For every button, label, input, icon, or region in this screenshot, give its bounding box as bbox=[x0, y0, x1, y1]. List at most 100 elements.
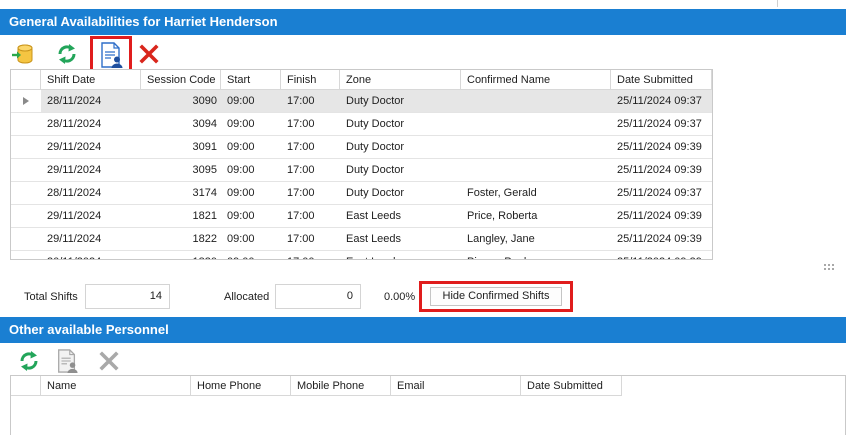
cell-date-submitted: 25/11/2024 09:39 bbox=[611, 228, 712, 251]
personnel-toolbar bbox=[8, 345, 128, 379]
row-indicator-header bbox=[11, 376, 41, 396]
cell-confirmed-name: Langley, Jane bbox=[461, 228, 611, 251]
col-home-phone[interactable]: Home Phone bbox=[191, 376, 291, 396]
cell-confirmed-name: Pierce, Paul bbox=[461, 251, 611, 259]
cell-session-code: 1830 bbox=[141, 251, 221, 259]
refresh-button[interactable] bbox=[52, 38, 82, 70]
cell-shift-date: 29/11/2024 bbox=[41, 205, 141, 228]
availabilities-header: General Availabilities for Harriet Hende… bbox=[0, 9, 846, 35]
hide-confirmed-shifts-button[interactable]: Hide Confirmed Shifts bbox=[430, 287, 562, 306]
col-mobile-phone[interactable]: Mobile Phone bbox=[291, 376, 391, 396]
personnel-document-button[interactable] bbox=[52, 345, 82, 377]
cell-start: 09:00 bbox=[221, 159, 281, 182]
cell-start: 09:00 bbox=[221, 205, 281, 228]
cell-confirmed-name bbox=[461, 159, 611, 182]
availabilities-grid: Shift Date Session Code Start Finish Zon… bbox=[10, 69, 713, 260]
cell-date-submitted: 25/11/2024 09:39 bbox=[611, 159, 712, 182]
col-session-code[interactable]: Session Code bbox=[141, 70, 221, 90]
table-row[interactable]: 28/11/2024 3174 09:00 17:00 Duty Doctor … bbox=[11, 182, 712, 205]
cell-zone: Duty Doctor bbox=[340, 136, 461, 159]
cell-shift-date: 28/11/2024 bbox=[41, 182, 141, 205]
table-row[interactable]: 28/11/2024 3094 09:00 17:00 Duty Doctor … bbox=[11, 113, 712, 136]
cell-zone: East Leeds bbox=[340, 228, 461, 251]
personnel-delete-button[interactable] bbox=[94, 345, 124, 377]
hide-confirmed-highlight: Hide Confirmed Shifts bbox=[419, 281, 573, 312]
table-row[interactable]: 30/11/2024 1830 09:00 17:00 East Leeds P… bbox=[11, 251, 712, 259]
cell-start: 09:00 bbox=[221, 251, 281, 259]
allocated-field: 0 bbox=[275, 284, 361, 309]
col-date-submitted[interactable]: Date Submitted bbox=[521, 376, 622, 396]
top-strip bbox=[0, 0, 846, 9]
table-row[interactable]: 29/11/2024 1821 09:00 17:00 East Leeds P… bbox=[11, 205, 712, 228]
cell-finish: 17:00 bbox=[281, 113, 340, 136]
cell-confirmed-name bbox=[461, 113, 611, 136]
cell-shift-date: 30/11/2024 bbox=[41, 251, 141, 259]
cell-date-submitted: 25/11/2024 09:39 bbox=[611, 205, 712, 228]
allocated-label: Allocated bbox=[224, 291, 270, 303]
personnel-grid-header: Name Home Phone Mobile Phone Email Date … bbox=[11, 376, 622, 396]
cell-start: 09:00 bbox=[221, 113, 281, 136]
cell-session-code: 3094 bbox=[141, 113, 221, 136]
cell-date-submitted: 25/11/2024 09:39 bbox=[611, 251, 712, 259]
current-row-arrow-icon bbox=[23, 97, 29, 105]
cell-zone: Duty Doctor bbox=[340, 113, 461, 136]
total-shifts-label: Total Shifts bbox=[24, 291, 78, 303]
cell-start: 09:00 bbox=[221, 136, 281, 159]
cell-confirmed-name: Foster, Gerald bbox=[461, 182, 611, 205]
cell-date-submitted: 25/11/2024 09:37 bbox=[611, 90, 712, 113]
table-row[interactable]: 29/11/2024 1822 09:00 17:00 East Leeds L… bbox=[11, 228, 712, 251]
row-indicator bbox=[11, 182, 41, 205]
cell-confirmed-name bbox=[461, 136, 611, 159]
cell-date-submitted: 25/11/2024 09:39 bbox=[611, 136, 712, 159]
person-document-icon bbox=[58, 349, 78, 373]
availabilities-grid-header: Shift Date Session Code Start Finish Zon… bbox=[11, 70, 712, 90]
cell-zone: Duty Doctor bbox=[340, 182, 461, 205]
allocated-percent: 0.00% bbox=[384, 291, 416, 303]
availabilities-grid-body: 28/11/2024 3090 09:00 17:00 Duty Doctor … bbox=[11, 90, 712, 259]
cell-session-code: 3091 bbox=[141, 136, 221, 159]
col-shift-date[interactable]: Shift Date bbox=[41, 70, 141, 90]
cell-confirmed-name bbox=[461, 90, 611, 113]
cell-session-code: 1821 bbox=[141, 205, 221, 228]
cell-finish: 17:00 bbox=[281, 90, 340, 113]
cell-finish: 17:00 bbox=[281, 228, 340, 251]
person-document-icon bbox=[101, 42, 123, 68]
cell-finish: 17:00 bbox=[281, 136, 340, 159]
other-personnel-header: Other available Personnel bbox=[0, 317, 846, 343]
cell-start: 09:00 bbox=[221, 90, 281, 113]
cell-start: 09:00 bbox=[221, 228, 281, 251]
cell-shift-date: 28/11/2024 bbox=[41, 90, 141, 113]
close-icon bbox=[139, 44, 159, 64]
availabilities-toolbar bbox=[8, 36, 168, 74]
cell-shift-date: 28/11/2024 bbox=[41, 113, 141, 136]
table-row[interactable]: 29/11/2024 3091 09:00 17:00 Duty Doctor … bbox=[11, 136, 712, 159]
import-button[interactable] bbox=[8, 38, 38, 70]
cell-start: 09:00 bbox=[221, 182, 281, 205]
col-date-submitted[interactable]: Date Submitted bbox=[611, 70, 712, 90]
cell-session-code: 3174 bbox=[141, 182, 221, 205]
personnel-grid: Name Home Phone Mobile Phone Email Date … bbox=[10, 375, 846, 435]
cell-finish: 17:00 bbox=[281, 182, 340, 205]
col-zone[interactable]: Zone bbox=[340, 70, 461, 90]
cell-shift-date: 29/11/2024 bbox=[41, 159, 141, 182]
personnel-refresh-button[interactable] bbox=[14, 345, 44, 377]
table-row[interactable]: 29/11/2024 3095 09:00 17:00 Duty Doctor … bbox=[11, 159, 712, 182]
database-import-icon bbox=[12, 44, 33, 64]
cell-session-code: 1822 bbox=[141, 228, 221, 251]
col-confirmed-name[interactable]: Confirmed Name bbox=[461, 70, 611, 90]
row-indicator bbox=[11, 90, 41, 113]
cell-date-submitted: 25/11/2024 09:37 bbox=[611, 113, 712, 136]
col-name[interactable]: Name bbox=[41, 376, 191, 396]
delete-button[interactable] bbox=[134, 38, 164, 70]
row-indicator-header bbox=[11, 70, 41, 90]
row-indicator bbox=[11, 251, 41, 259]
col-email[interactable]: Email bbox=[391, 376, 521, 396]
row-indicator bbox=[11, 113, 41, 136]
col-start[interactable]: Start bbox=[221, 70, 281, 90]
refresh-icon bbox=[20, 351, 38, 371]
table-row[interactable]: 28/11/2024 3090 09:00 17:00 Duty Doctor … bbox=[11, 90, 712, 113]
row-indicator bbox=[11, 228, 41, 251]
col-finish[interactable]: Finish bbox=[281, 70, 340, 90]
cell-finish: 17:00 bbox=[281, 159, 340, 182]
total-shifts-field: 14 bbox=[85, 284, 170, 309]
